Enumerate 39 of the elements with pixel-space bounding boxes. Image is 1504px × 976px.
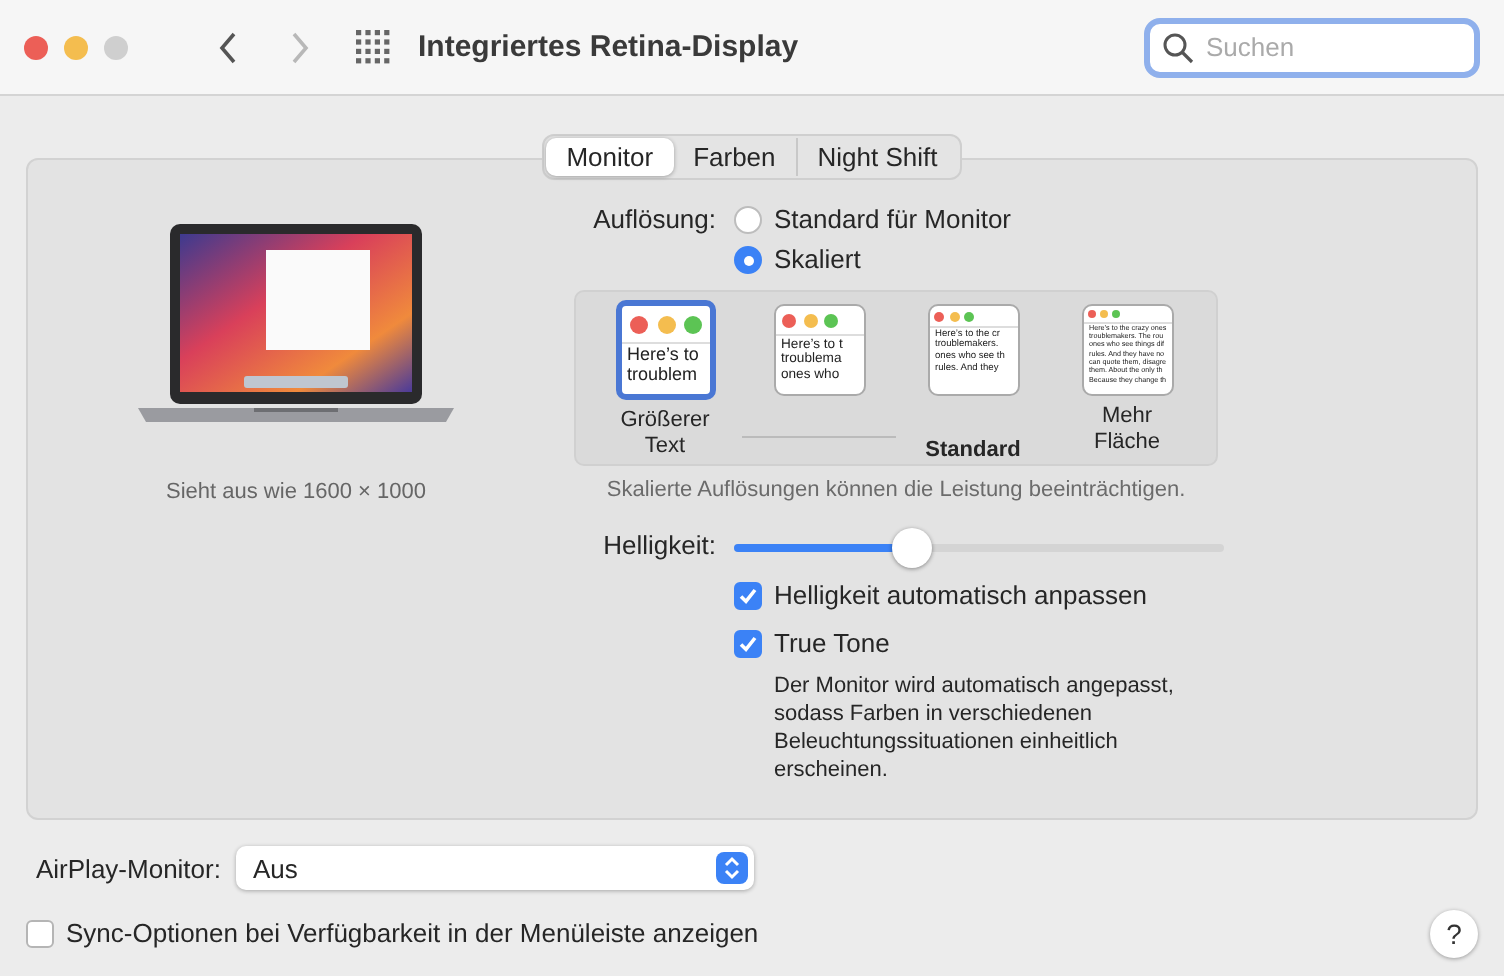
help-button[interactable]: ? (1430, 910, 1478, 958)
scale-label: Standard (923, 438, 1023, 464)
back-icon[interactable] (218, 31, 238, 63)
radio-button[interactable] (734, 206, 762, 234)
scale-preview[interactable]: Here’s to troublem (615, 300, 715, 400)
checkbox[interactable] (734, 630, 762, 658)
minimize-button[interactable] (64, 35, 88, 59)
stepper-icon (716, 852, 749, 884)
forward-icon[interactable] (290, 31, 310, 63)
search-icon (1162, 31, 1194, 63)
tab[interactable]: Night Shift (795, 138, 958, 176)
slider-thumb[interactable] (891, 528, 932, 568)
checkbox-label[interactable]: True Tone (774, 624, 890, 664)
grid-icon[interactable] (356, 30, 390, 64)
scale-label: Größerer Text (618, 408, 712, 460)
search-field[interactable]: Suchen (1144, 17, 1480, 77)
checkbox-label[interactable]: Sync-Optionen bei Verfügbarkeit in der Menüleiste anzeigen (66, 914, 759, 954)
airplay-label: AirPlay-Monitor: (36, 853, 221, 883)
preview-text: Here’s to (625, 344, 701, 365)
tab[interactable]: Farben (673, 138, 796, 176)
search-input[interactable]: Suchen (1202, 30, 1442, 64)
display-caption: Sieht aus wie 1600 × 1000 (166, 480, 426, 504)
radio-label[interactable]: Skaliert (774, 240, 861, 280)
radio-button[interactable] (734, 246, 762, 274)
window-title: Integriertes Retina-Display (418, 30, 799, 64)
preview-text: troublem (625, 364, 700, 385)
true-tone-description: Der Monitor wird automatisch angepasst, sodass Farben in verschiedenen Beleuchtungssituationen einheitlich erscheinen. (774, 672, 1176, 784)
brightness-slider[interactable] (734, 528, 1224, 568)
scale-label: Mehr Fläche (1091, 404, 1163, 456)
scale-note: Skalierte Auflösungen können die Leistung beeinträchtigen. (604, 478, 1188, 502)
checkbox[interactable] (26, 920, 54, 948)
tab[interactable]: Monitor (546, 138, 674, 176)
checkbox[interactable] (734, 582, 762, 610)
airplay-dropdown[interactable]: Aus (236, 846, 755, 890)
checkbox-label[interactable]: Helligkeit automatisch anpassen (774, 576, 1147, 616)
close-button[interactable] (24, 35, 48, 59)
resolution-label: Auflösung: (591, 202, 718, 238)
radio-label[interactable]: Standard für Monitor (774, 200, 1012, 240)
brightness-label: Helligkeit: (601, 528, 718, 564)
